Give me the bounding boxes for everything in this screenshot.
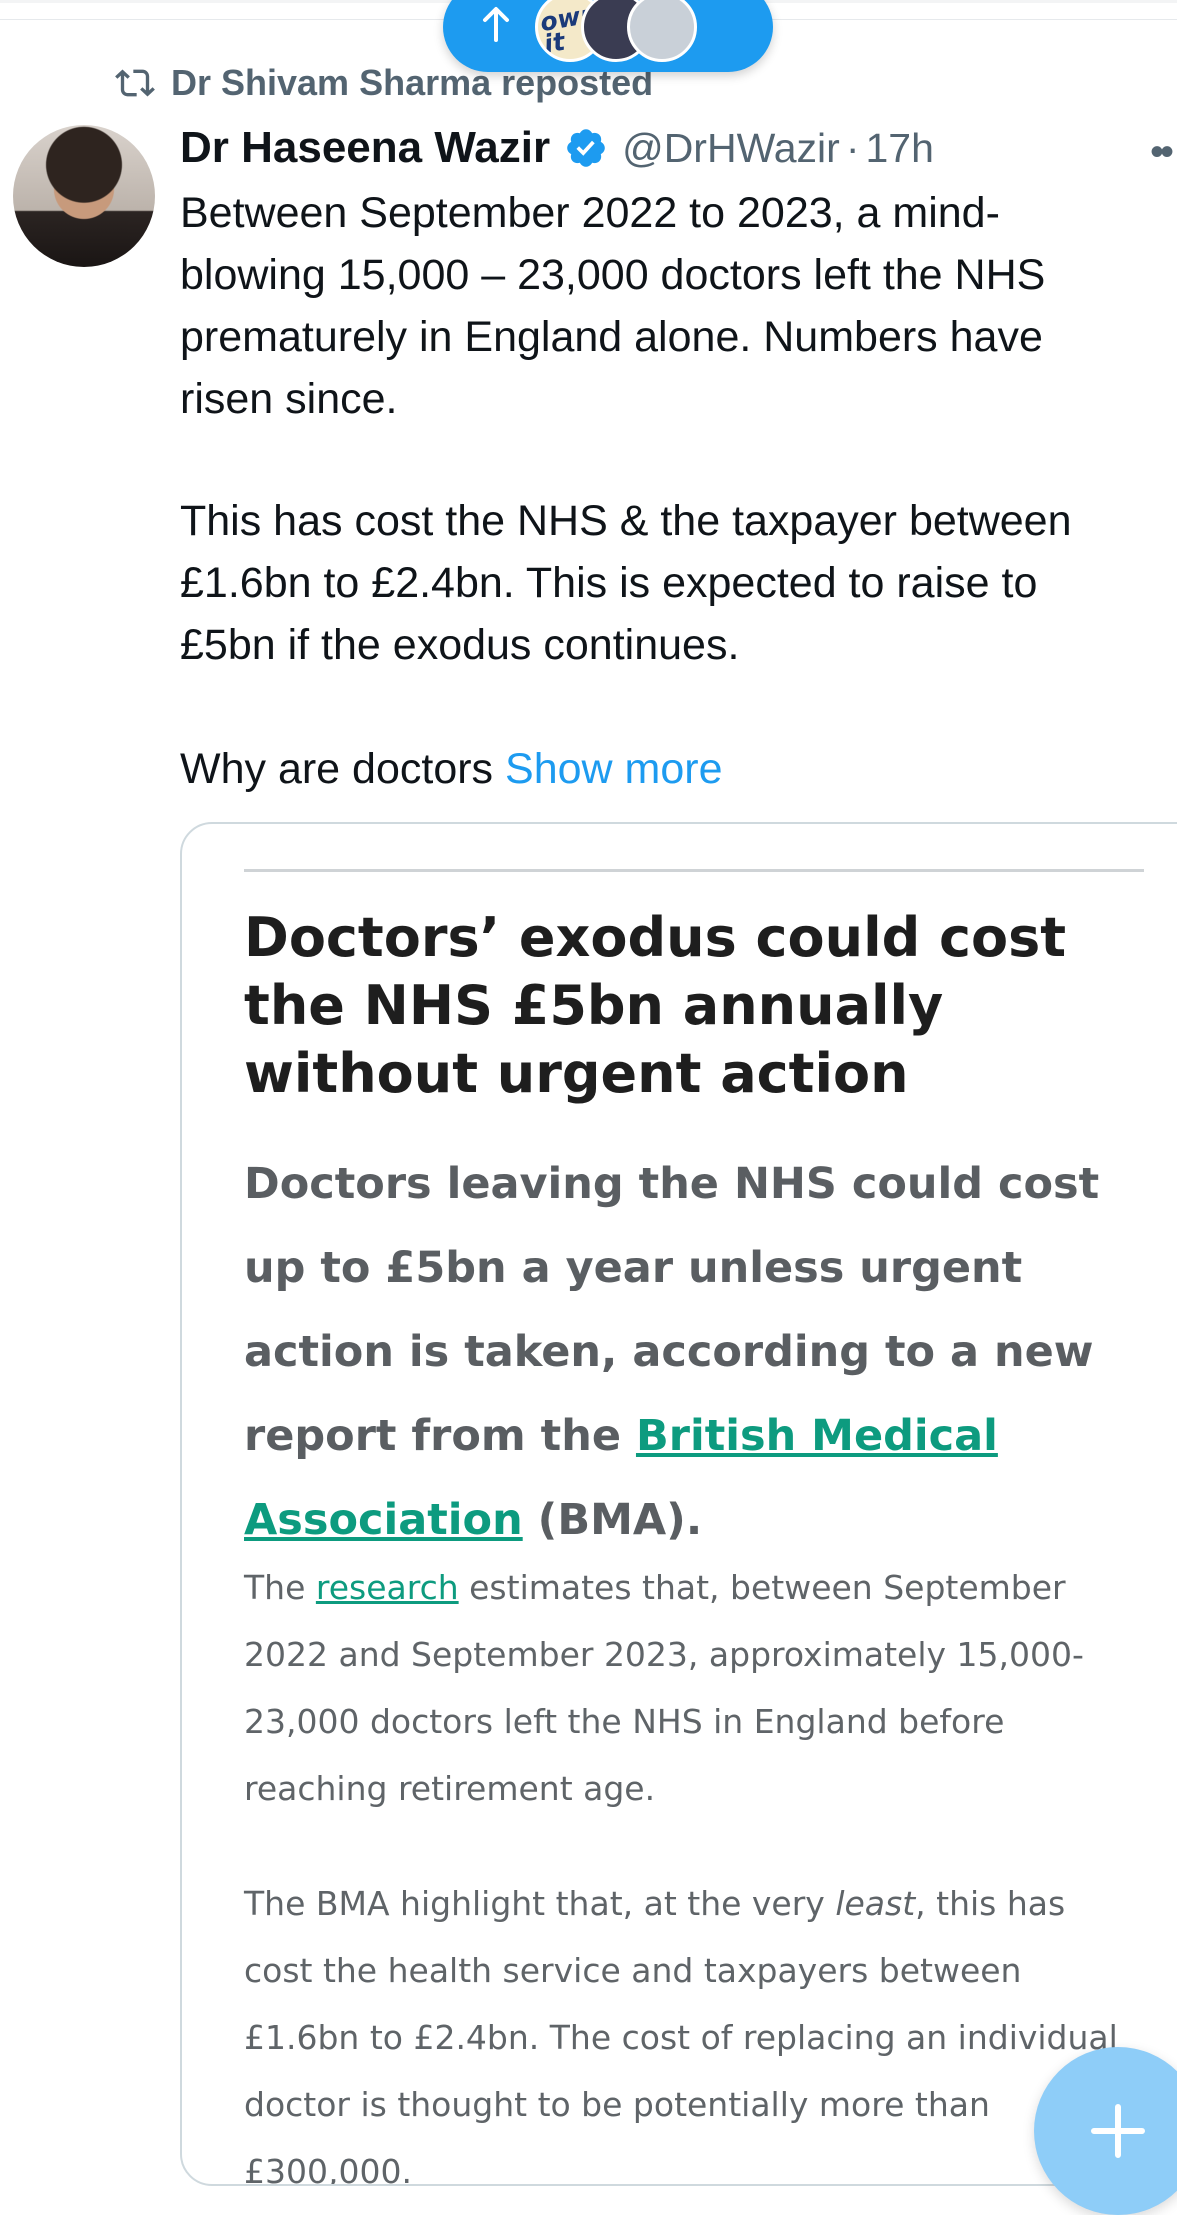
card-p2-end: , this has cost the health service and t… bbox=[244, 1884, 1118, 2186]
card-lede-end: (BMA). bbox=[522, 1495, 703, 1545]
author-avatar[interactable] bbox=[13, 125, 155, 267]
post-text-line: £1.6bn to £2.4bn. This is expected to ra… bbox=[180, 559, 1038, 607]
post-text-line: blowing 15,000 – 23,000 doctors left the… bbox=[180, 251, 1046, 299]
show-more-link[interactable]: Show more bbox=[505, 745, 722, 793]
post-text-line: prematurely in England alone. Numbers ha… bbox=[180, 313, 1043, 361]
compose-plus-icon bbox=[1091, 2104, 1145, 2158]
post-text-line: Between September 2022 to 2023, a mind- bbox=[180, 189, 1000, 237]
repost-icon bbox=[115, 69, 155, 97]
post-header: Dr Haseena Wazir @DrHWazir · 17h bbox=[180, 118, 934, 178]
arrow-up-icon bbox=[483, 7, 509, 42]
post-time[interactable]: 17h bbox=[865, 125, 933, 172]
article-card[interactable]: Doctors’ exodus could cost the NHS £5bn … bbox=[180, 822, 1177, 2186]
post-text-line: £5bn if the exodus continues. bbox=[180, 621, 740, 669]
post-text-line: Why are doctors bbox=[180, 745, 494, 793]
card-lede: Doctors leaving the NHS could cost up to… bbox=[244, 1142, 1144, 1562]
card-title: Doctors’ exodus could cost the NHS £5bn … bbox=[244, 906, 1067, 1105]
post-text-line: This has cost the NHS & the taxpayer bet… bbox=[180, 497, 1072, 545]
post-text-last-line: Why are doctors Show more bbox=[180, 738, 1177, 800]
pill-avatar-3 bbox=[627, 0, 697, 62]
author-handle[interactable]: @DrHWazir bbox=[622, 125, 840, 172]
verified-badge-icon bbox=[567, 129, 605, 167]
card-divider bbox=[244, 869, 1144, 872]
time-separator: · bbox=[845, 124, 860, 171]
card-p2-start: The BMA highlight that, at the very bbox=[244, 1884, 836, 1923]
post-text-line: risen since. bbox=[180, 375, 398, 423]
more-icon[interactable]: •• bbox=[1150, 130, 1174, 175]
research-link[interactable]: research bbox=[316, 1568, 459, 1607]
card-p1-start: The bbox=[244, 1568, 316, 1607]
card-paragraph-2: The BMA highlight that, at the very leas… bbox=[244, 1870, 1144, 2186]
card-paragraph-1: The research estimates that, between Sep… bbox=[244, 1554, 1144, 1822]
author-name[interactable]: Dr Haseena Wazir bbox=[180, 123, 550, 173]
new-posts-pill[interactable]: own it bbox=[443, 0, 773, 72]
card-p2-emphasis: least bbox=[835, 1884, 916, 1923]
